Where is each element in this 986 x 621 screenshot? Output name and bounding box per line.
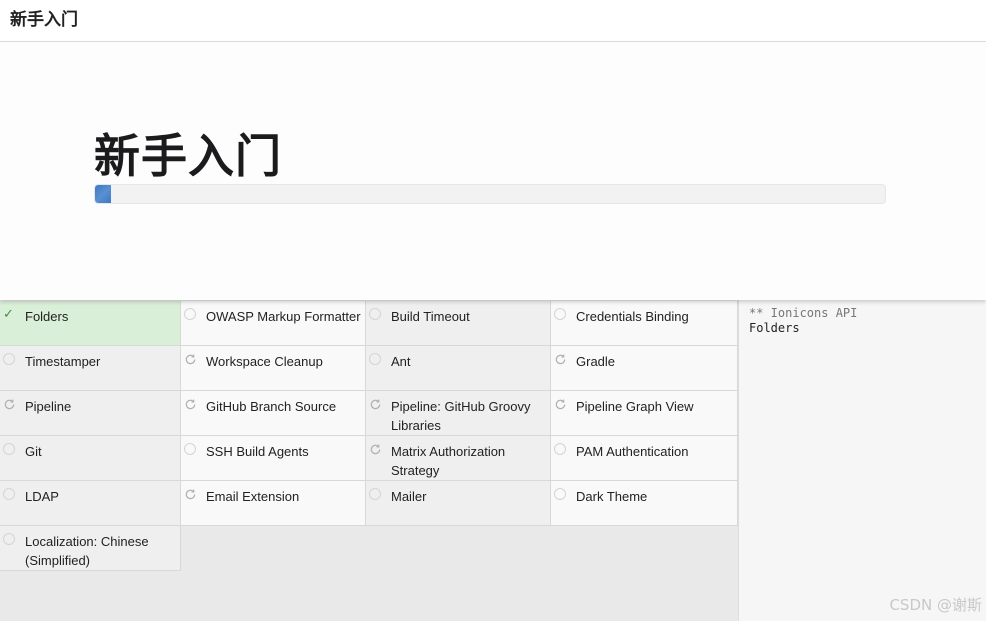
plugin-item: Build Timeout: [366, 301, 551, 346]
refresh-icon: [3, 398, 15, 410]
refresh-icon: [184, 398, 196, 410]
plugin-label: Pipeline: GitHub Groovy Libraries: [391, 399, 531, 433]
log-line: ** Ionicons API: [749, 306, 858, 320]
pending-circle-icon: [184, 308, 196, 320]
refresh-icon: [554, 353, 566, 365]
refresh-icon: [184, 353, 196, 365]
pending-circle-icon: [369, 353, 381, 365]
plugin-item: Ant: [366, 346, 551, 391]
plugin-label: Localization: Chinese (Simplified): [25, 534, 149, 568]
plugin-item: Mailer: [366, 481, 551, 526]
plugin-item: OWASP Markup Formatter: [181, 301, 366, 346]
plugin-item: Dark Theme: [551, 481, 738, 526]
plugin-item: Pipeline: [0, 391, 181, 436]
pending-circle-icon: [554, 308, 566, 320]
plugin-item: ✓ Folders: [0, 301, 181, 346]
plugin-label: Mailer: [391, 489, 427, 504]
plugin-label: SSH Build Agents: [206, 444, 309, 459]
plugin-label: Build Timeout: [391, 309, 470, 324]
plugin-item: GitHub Branch Source: [181, 391, 366, 436]
plugin-label: Git: [25, 444, 42, 459]
install-progress-bar: [94, 184, 886, 204]
install-progress-fill: [95, 185, 111, 203]
log-line: Folders: [749, 321, 800, 335]
plugin-label: Timestamper: [25, 354, 101, 369]
refresh-icon: [184, 488, 196, 500]
plugin-label: Credentials Binding: [576, 309, 689, 324]
plugin-item: Pipeline Graph View: [551, 391, 738, 436]
pending-circle-icon: [369, 488, 381, 500]
plugin-item: Gradle: [551, 346, 738, 391]
pending-circle-icon: [3, 353, 15, 365]
refresh-icon: [554, 398, 566, 410]
plugin-label: Matrix Authorization Strategy: [391, 444, 506, 478]
plugin-item: Timestamper: [0, 346, 181, 391]
pending-circle-icon: [369, 308, 381, 320]
pending-circle-icon: [554, 443, 566, 455]
plugin-label: Pipeline: [25, 399, 72, 414]
plugin-item: Email Extension: [181, 481, 366, 526]
pending-circle-icon: [3, 443, 15, 455]
plugin-label: OWASP Markup Formatter: [206, 309, 361, 324]
plugin-label: Workspace Cleanup: [206, 354, 323, 369]
plugin-label: Gradle: [576, 354, 616, 369]
plugin-item: Localization: Chinese (Simplified): [0, 526, 181, 571]
pending-circle-icon: [3, 533, 15, 545]
setup-header-panel: 新手入门: [0, 42, 986, 300]
plugin-item: Git: [0, 436, 181, 481]
plugin-item: LDAP: [0, 481, 181, 526]
plugin-item: Credentials Binding: [551, 301, 738, 346]
top-bar: 新手入门: [0, 0, 986, 42]
plugin-label: Ant: [391, 354, 411, 369]
pending-circle-icon: [554, 488, 566, 500]
plugin-item: SSH Build Agents: [181, 436, 366, 481]
refresh-icon: [369, 443, 381, 455]
window-title: 新手入门: [10, 10, 78, 30]
watermark: CSDN @谢斯: [889, 596, 982, 614]
check-icon: ✓: [3, 306, 14, 321]
page-title: 新手入门: [94, 129, 282, 183]
plugin-label: LDAP: [25, 489, 59, 504]
plugin-label: GitHub Branch Source: [206, 399, 337, 414]
pending-circle-icon: [184, 443, 196, 455]
plugin-item: Workspace Cleanup: [181, 346, 366, 391]
plugin-label: Email Extension: [206, 489, 300, 504]
install-log-panel: ** Ionicons API Folders: [738, 300, 986, 621]
plugin-label: PAM Authentication: [576, 444, 689, 459]
plugin-label: Dark Theme: [576, 489, 648, 504]
plugin-item: Pipeline: GitHub Groovy Libraries: [366, 391, 551, 436]
plugin-label: Pipeline Graph View: [576, 399, 694, 414]
plugin-item: PAM Authentication: [551, 436, 738, 481]
refresh-icon: [369, 398, 381, 410]
plugin-item: Matrix Authorization Strategy: [366, 436, 551, 481]
plugin-label: Folders: [25, 309, 69, 324]
pending-circle-icon: [3, 488, 15, 500]
